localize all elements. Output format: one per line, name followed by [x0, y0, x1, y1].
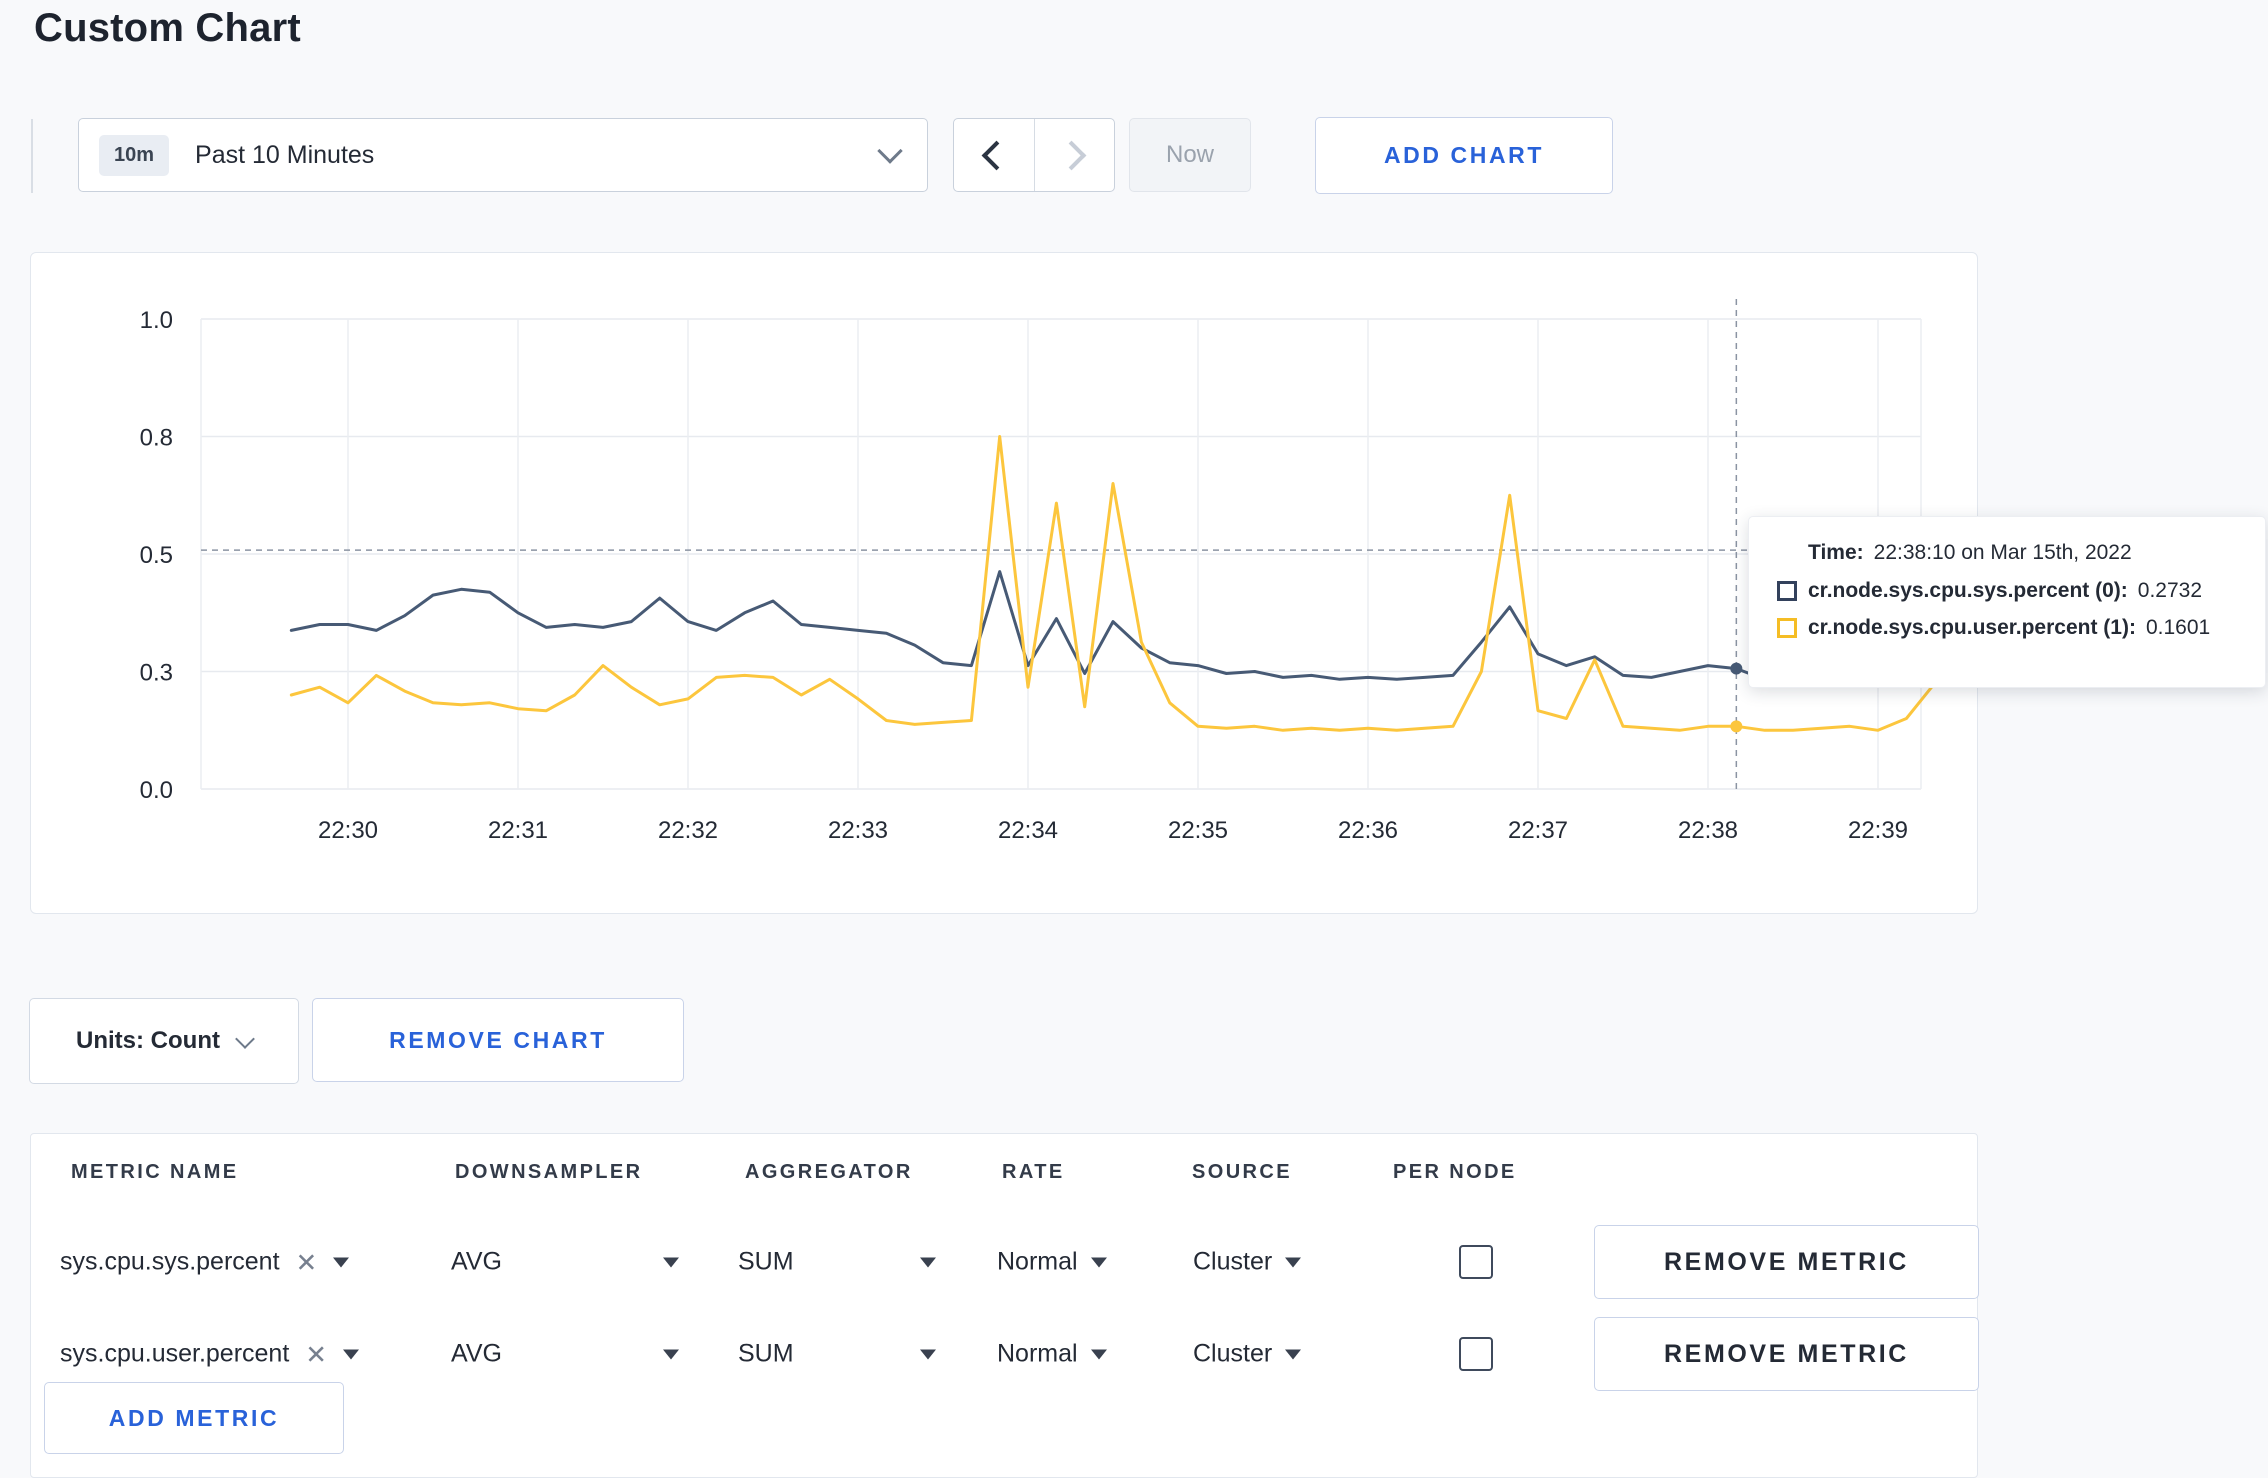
- chart-tooltip: Time: 22:38:10 on Mar 15th, 2022 cr.node.…: [1748, 516, 2266, 688]
- svg-text:22:38: 22:38: [1678, 817, 1738, 844]
- tooltip-series-value: 0.2732: [2137, 579, 2203, 602]
- chevron-down-icon: [877, 138, 903, 164]
- svg-text:22:37: 22:37: [1508, 817, 1568, 844]
- metric-name-dropdown[interactable]: sys.cpu.sys.percent ✕: [60, 1247, 350, 1277]
- aggregator-value: SUM: [738, 1247, 794, 1276]
- time-range-label: Past 10 Minutes: [195, 140, 375, 169]
- metric-name-value: sys.cpu.sys.percent: [60, 1247, 280, 1276]
- tooltip-series-row: cr.node.sys.cpu.user.percent (1): 0.1601: [1777, 616, 2265, 640]
- tooltip-time-row: Time: 22:38:10 on Mar 15th, 2022: [1777, 541, 2265, 565]
- downsampler-value: AVG: [451, 1247, 502, 1276]
- svg-text:22:33: 22:33: [828, 817, 888, 844]
- svg-text:22:35: 22:35: [1168, 817, 1228, 844]
- source-dropdown[interactable]: Cluster: [1193, 1339, 1302, 1369]
- page-title: Custom Chart: [34, 6, 301, 50]
- metric-name-value: sys.cpu.user.percent: [60, 1339, 290, 1368]
- remove-metric-button[interactable]: REMOVE METRIC: [1594, 1317, 1979, 1391]
- tooltip-time-value: 22:38:10 on Mar 15th, 2022: [1873, 541, 2132, 564]
- aggregator-value: SUM: [738, 1339, 794, 1368]
- toolbar-divider: [31, 119, 33, 193]
- column-header-metric-name: METRIC NAME: [71, 1161, 239, 1183]
- next-time-button[interactable]: [1033, 119, 1115, 191]
- svg-text:22:36: 22:36: [1338, 817, 1398, 844]
- per-node-checkbox[interactable]: [1459, 1245, 1493, 1279]
- svg-text:22:32: 22:32: [658, 817, 718, 844]
- now-button[interactable]: Now: [1129, 118, 1251, 192]
- tooltip-series-name: cr.node.sys.cpu.user.percent (1):: [1808, 616, 2136, 639]
- caret-down-icon: [1285, 1349, 1302, 1359]
- time-pager: [953, 118, 1115, 192]
- downsampler-value: AVG: [451, 1339, 502, 1368]
- rate-value: Normal: [997, 1247, 1078, 1276]
- caret-down-icon: [333, 1257, 350, 1267]
- column-header-downsampler: DOWNSAMPLER: [455, 1161, 643, 1183]
- svg-text:22:30: 22:30: [318, 817, 378, 844]
- metric-name-dropdown[interactable]: sys.cpu.user.percent ✕: [60, 1339, 360, 1369]
- caret-down-icon: [1090, 1349, 1107, 1359]
- caret-down-icon: [920, 1349, 936, 1359]
- svg-text:0.5: 0.5: [140, 542, 173, 569]
- caret-down-icon: [343, 1349, 360, 1359]
- chart-card: 1.0 0.8 0.5 0.3 0.0 22:30 22:31 22:32 22:33 22:34…: [30, 252, 1978, 914]
- chevron-down-icon: [235, 1028, 255, 1049]
- series-swatch-icon: [1777, 618, 1797, 638]
- remove-chart-button[interactable]: REMOVE CHART: [312, 998, 684, 1082]
- aggregator-dropdown[interactable]: SUM: [738, 1248, 936, 1277]
- svg-text:22:34: 22:34: [998, 817, 1058, 844]
- tooltip-series-name: cr.node.sys.cpu.sys.percent (0):: [1808, 579, 2128, 602]
- per-node-checkbox[interactable]: [1459, 1337, 1493, 1371]
- clear-metric-icon[interactable]: ✕: [305, 1341, 327, 1367]
- downsampler-dropdown[interactable]: AVG: [451, 1340, 679, 1369]
- caret-down-icon: [920, 1257, 936, 1267]
- metric-row: sys.cpu.sys.percent ✕ AVG SUM Normal Clu…: [31, 1216, 1979, 1308]
- column-header-source: SOURCE: [1192, 1161, 1292, 1183]
- caret-down-icon: [663, 1349, 679, 1359]
- svg-text:0.0: 0.0: [140, 777, 173, 804]
- aggregator-dropdown[interactable]: SUM: [738, 1340, 936, 1369]
- clear-metric-icon[interactable]: ✕: [296, 1249, 318, 1275]
- rate-dropdown[interactable]: Normal: [997, 1248, 1107, 1277]
- per-node-cell: [1459, 1245, 1493, 1279]
- downsampler-dropdown[interactable]: AVG: [451, 1248, 679, 1277]
- column-header-per-node: PER NODE: [1393, 1161, 1517, 1183]
- svg-text:0.3: 0.3: [140, 660, 173, 687]
- prev-time-button[interactable]: [954, 119, 1034, 191]
- svg-text:1.0: 1.0: [140, 307, 173, 334]
- column-header-rate: RATE: [1002, 1161, 1065, 1183]
- remove-metric-button[interactable]: REMOVE METRIC: [1594, 1225, 1979, 1299]
- column-header-aggregator: AGGREGATOR: [745, 1161, 913, 1183]
- caret-down-icon: [663, 1257, 679, 1267]
- svg-text:22:31: 22:31: [488, 817, 548, 844]
- caret-down-icon: [1285, 1257, 1302, 1267]
- rate-dropdown[interactable]: Normal: [997, 1340, 1107, 1369]
- source-value: Cluster: [1193, 1339, 1273, 1368]
- add-metric-button[interactable]: ADD METRIC: [44, 1382, 344, 1454]
- time-range-badge: 10m: [99, 134, 170, 176]
- tooltip-series-row: cr.node.sys.cpu.sys.percent (0): 0.2732: [1777, 579, 2265, 603]
- source-dropdown[interactable]: Cluster: [1193, 1247, 1302, 1277]
- rate-value: Normal: [997, 1339, 1078, 1368]
- units-dropdown[interactable]: Units: Count: [29, 998, 299, 1084]
- series-swatch-icon: [1777, 581, 1797, 601]
- per-node-cell: [1459, 1337, 1493, 1371]
- units-label: Units: Count: [76, 1027, 220, 1054]
- svg-text:22:39: 22:39: [1848, 817, 1908, 844]
- tooltip-time-label: Time:: [1808, 541, 1864, 564]
- time-range-selector[interactable]: 10m Past 10 Minutes: [78, 118, 928, 192]
- caret-down-icon: [1090, 1257, 1107, 1267]
- source-value: Cluster: [1193, 1247, 1273, 1276]
- tooltip-series-value: 0.1601: [2145, 616, 2211, 639]
- svg-text:0.8: 0.8: [140, 425, 173, 452]
- add-chart-button[interactable]: ADD CHART: [1315, 117, 1613, 194]
- line-chart[interactable]: 1.0 0.8 0.5 0.3 0.0 22:30 22:31 22:32 22:33 22:34…: [31, 253, 1979, 915]
- chevron-left-icon: [981, 140, 1012, 170]
- chevron-right-icon: [1056, 140, 1087, 170]
